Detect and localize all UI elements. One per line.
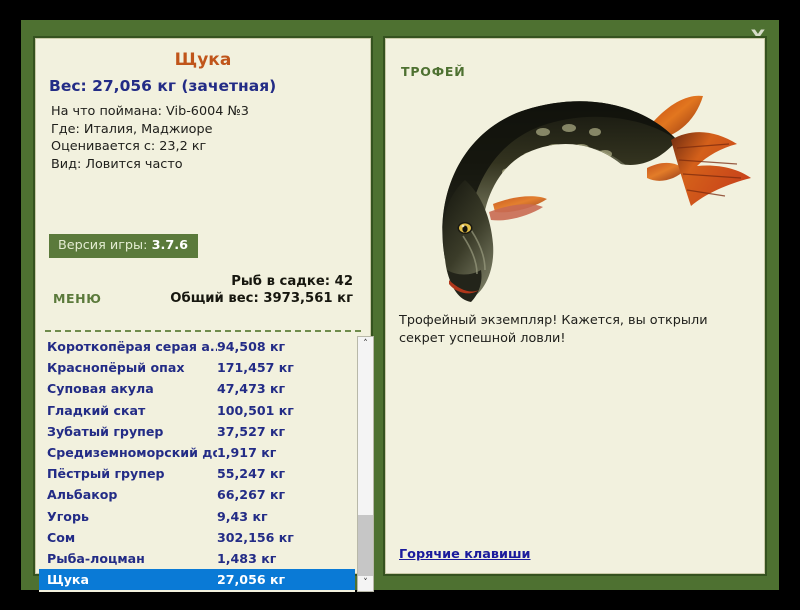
list-item[interactable]: Короткопёрая серая а... 94,508 кг — [39, 336, 355, 357]
fish-name: Рыба-лоцман — [47, 550, 145, 566]
fish-name: Суповая акула — [47, 381, 154, 397]
scroll-down-arrow-icon[interactable]: ˅ — [358, 576, 373, 591]
detail-lure: На что поймана: Vib-6004 №3 — [51, 104, 249, 119]
version-value: 3.7.6 — [151, 238, 188, 253]
fish-weight: 100,501 кг — [217, 402, 294, 418]
fish-weight: 94,508 кг — [217, 339, 286, 355]
fish-list-scrollbar[interactable]: ˄ ˅ — [357, 336, 374, 592]
fish-weight: 1,917 кг — [217, 445, 277, 461]
fish-weight: 47,473 кг — [217, 381, 286, 397]
list-item[interactable]: Угорь 9,43 кг — [39, 506, 355, 527]
fish-count-line: Рыб в садке: 42 — [231, 274, 353, 289]
detail-location: Где: Италия, Маджиоре — [51, 121, 213, 137]
window-frame: X Щука Вес: 27,056 кг (зачетная) На что … — [21, 20, 779, 592]
fish-name: Зубатый групер — [47, 423, 164, 439]
trophy-label: ТРОФЕЙ — [401, 64, 466, 79]
fish-weight: 66,267 кг — [217, 487, 286, 503]
list-item[interactable]: Пёстрый групер 55,247 кг — [39, 463, 355, 484]
fish-name: Краснопёрый опах — [47, 360, 185, 376]
list-item[interactable]: Щука 27,056 кг — [39, 569, 355, 591]
fish-weight: 171,457 кг — [217, 360, 294, 376]
scroll-up-arrow-icon[interactable]: ˄ — [358, 337, 373, 352]
list-item[interactable]: Суповая акула 47,473 кг — [39, 378, 355, 399]
list-item[interactable]: Рыба-лоцман 1,483 кг — [39, 548, 355, 569]
catch-details: На что поймана: Vib-6004 №3 Где: Италия,… — [51, 103, 371, 173]
page-title: Щука — [174, 50, 232, 70]
trophy-panel: ТРОФЕЙ Трофейный экземпляр! Кажется, вы … — [383, 36, 767, 576]
list-item[interactable]: Сом 302,156 кг — [39, 527, 355, 548]
list-item[interactable]: Альбакор 66,267 кг — [39, 484, 355, 505]
section-divider — [45, 330, 361, 332]
version-badge: Версия игры: 3.7.6 — [49, 234, 198, 258]
fish-name: Угорь — [47, 508, 89, 524]
total-weight-line: Общий вес: 3973,561 кг — [170, 291, 353, 306]
fish-weight: 37,527 кг — [217, 423, 286, 439]
fish-weight: 27,056 кг — [217, 572, 286, 588]
list-item[interactable]: Зубатый групер 37,527 кг — [39, 421, 355, 442]
catch-info-panel: Щука Вес: 27,056 кг (зачетная) На что по… — [33, 36, 374, 592]
fish-weight: 9,43 кг — [217, 508, 268, 524]
trophy-message: Трофейный экземпляр! Кажется, вы открыли… — [399, 313, 708, 346]
version-label: Версия игры: — [58, 238, 148, 253]
detail-rarity: Вид: Ловится часто — [51, 156, 183, 172]
detail-threshold: Оценивается с: 23,2 кг — [51, 139, 207, 154]
fish-name: Щука — [47, 572, 89, 588]
list-item[interactable]: Средиземноморский до... 1,917 кг — [39, 442, 355, 463]
app-root: X Щука Вес: 27,056 кг (зачетная) На что … — [0, 0, 800, 610]
list-item[interactable]: Гладкий скат 100,501 кг — [39, 400, 355, 421]
hotkeys-link[interactable]: Горячие клавиши — [399, 547, 531, 562]
fish-weight: 55,247 кг — [217, 466, 286, 482]
menu-label[interactable]: МЕНЮ — [53, 291, 102, 306]
fish-name: Пёстрый групер — [47, 466, 165, 482]
fish-name: Альбакор — [47, 487, 118, 503]
keepnet-stats: Рыб в садке: 42 Общий вес: 3973,561 кг — [170, 273, 353, 307]
list-item[interactable]: Краснопёрый опах 171,457 кг — [39, 357, 355, 378]
fish-name: Сом — [47, 529, 76, 545]
fish-name: Средиземноморский до... — [47, 445, 217, 461]
fish-name: Короткопёрая серая а... — [47, 339, 217, 355]
fish-name: Гладкий скат — [47, 402, 146, 418]
fish-weight-value: Вес: 27,056 кг (зачетная) — [49, 77, 277, 95]
fish-weight: 302,156 кг — [217, 529, 294, 545]
pike-trophy-photo — [442, 95, 751, 302]
fish-list[interactable]: Короткопёрая серая а... 94,508 кг Краснопё… — [39, 336, 355, 592]
fish-weight: 1,483 кг — [217, 550, 277, 566]
